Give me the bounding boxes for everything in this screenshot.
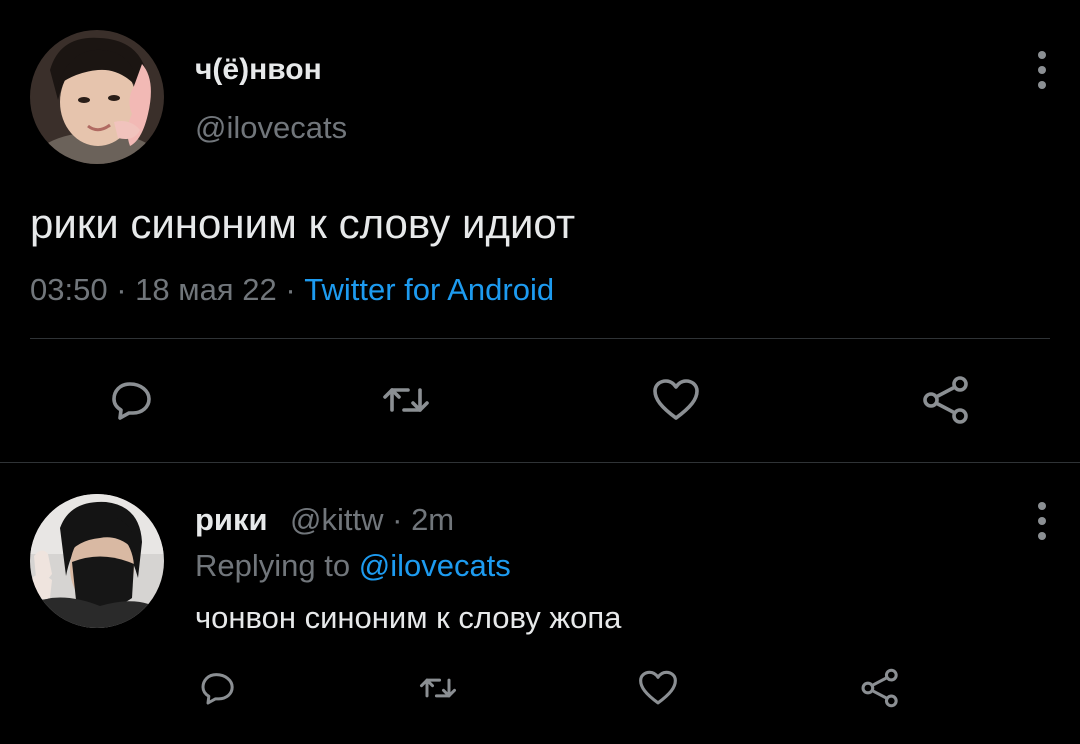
tweet-source-link[interactable]: Twitter for Android [304, 272, 554, 307]
reply-handle-time: @kittw · 2m [290, 502, 454, 538]
reply-time-ago: 2m [411, 502, 455, 537]
like-button[interactable] [648, 372, 704, 428]
share-icon [861, 668, 898, 708]
retweet-button[interactable] [378, 372, 434, 428]
reply-icon [112, 382, 151, 420]
meta-separator: · [285, 272, 296, 307]
divider [30, 338, 1050, 339]
reply-author-handle[interactable]: @kittw [290, 502, 383, 537]
author-display-name[interactable]: ч(ё)нвон [195, 53, 322, 87]
user-photo-avatar-icon [30, 494, 164, 628]
replying-to-mention[interactable]: @ilovecats [359, 548, 511, 583]
reply-button[interactable] [104, 372, 160, 428]
more-options-icon[interactable] [1030, 502, 1054, 562]
author-avatar[interactable] [30, 30, 164, 164]
like-icon [653, 379, 699, 420]
reply-author-avatar[interactable] [30, 494, 164, 628]
replying-to-prefix: Replying to [195, 548, 351, 583]
retweet-icon [420, 678, 456, 698]
meta-separator: · [392, 502, 403, 537]
author-handle[interactable]: @ilovecats [195, 110, 347, 146]
reply-icon [201, 673, 234, 705]
like-button[interactable] [636, 666, 680, 710]
meta-separator: · [116, 272, 127, 307]
tweet-date: 18 мая 22 [135, 272, 277, 307]
share-button[interactable] [858, 666, 902, 710]
tweet-text: рики синоним к слову идиот [30, 200, 576, 247]
more-options-icon[interactable] [1030, 51, 1054, 111]
reply-button[interactable] [196, 666, 240, 710]
tweet-time: 03:50 [30, 272, 108, 307]
reply-text: чонвон синоним к слову жопа [195, 600, 622, 635]
divider [0, 462, 1080, 463]
main-tweet: ч(ё)нвон @ilovecats рики синоним к слову… [0, 0, 1080, 462]
replying-to-line: Replying to @ilovecats [195, 548, 511, 584]
retweet-icon [383, 388, 429, 412]
share-icon [923, 376, 968, 424]
retweet-button[interactable] [416, 666, 460, 710]
user-photo-avatar-icon [30, 30, 164, 164]
reply-author-display-name[interactable]: рики [195, 502, 268, 538]
share-button[interactable] [918, 372, 974, 428]
like-icon [639, 670, 677, 705]
tweet-metadata: 03:50 · 18 мая 22 · Twitter for Android [30, 272, 554, 308]
